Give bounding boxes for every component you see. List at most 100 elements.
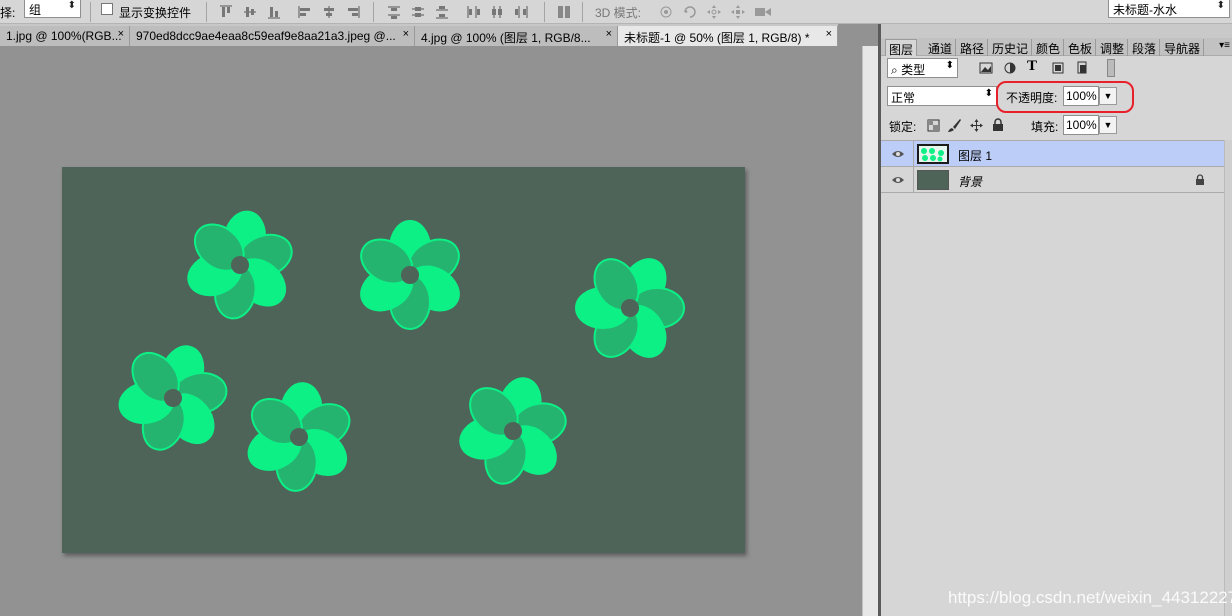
vertical-scrollbar[interactable] (862, 46, 878, 616)
panel-scrollbar[interactable] (1224, 140, 1232, 616)
tab-paths[interactable]: 路径 (957, 39, 989, 56)
3d-slide-icon[interactable] (730, 4, 746, 20)
flower (575, 258, 685, 358)
lock-all-icon[interactable] (992, 118, 1004, 135)
doc-tab-active[interactable]: 未标题-1 @ 50% (图层 1, RGB/8) * × (618, 26, 838, 46)
layers-list: 图层 1 背景 (881, 140, 1224, 200)
close-icon[interactable]: × (403, 28, 409, 40)
align-top-icon[interactable] (218, 4, 234, 20)
distribute-bottom-icon[interactable] (434, 4, 450, 20)
doc-tab-label: 4.jpg @ 100% (图层 1, RGB/8... (421, 31, 591, 45)
tab-history[interactable]: 历史记 (989, 39, 1033, 56)
fill-label: 填充: (1031, 120, 1059, 134)
document-canvas[interactable] (62, 167, 745, 553)
layer-name: 背景 (958, 175, 983, 189)
tab-color[interactable]: 颜色 (1033, 39, 1065, 56)
close-icon[interactable]: × (826, 28, 832, 40)
filter-shape-icon[interactable] (1051, 61, 1065, 78)
auto-select-value: 组 (29, 3, 42, 17)
3d-scale-icon[interactable] (754, 4, 771, 20)
tab-adjustments[interactable]: 调整 (1097, 39, 1129, 56)
layer-thumbnail[interactable] (917, 144, 949, 164)
lock-icon (1195, 174, 1205, 189)
distribute-vcenter-icon[interactable] (410, 4, 426, 20)
doc-tab-2[interactable]: 970ed8dcc9ae4eaa8c59eaf9e8aa21a3.jpeg @.… (130, 26, 415, 46)
tab-navigator[interactable]: 导航器 (1161, 39, 1205, 56)
filter-adjustment-icon[interactable] (1003, 61, 1017, 78)
distribute-top-icon[interactable] (386, 4, 402, 20)
distribute-left-icon[interactable] (465, 4, 481, 20)
eye-icon[interactable] (891, 148, 905, 160)
close-icon[interactable]: × (118, 28, 124, 40)
workspace-value: 未标题-水水 (1113, 3, 1177, 17)
lock-brush-icon[interactable] (947, 118, 962, 136)
doc-tab-1[interactable]: 1.jpg @ 100%(RGB... × (0, 26, 130, 46)
dropdown-arrow-icon: ⬍ (945, 60, 954, 71)
align-right-icon[interactable] (345, 4, 361, 20)
layer-thumbnail[interactable] (917, 170, 949, 190)
filter-type-icon[interactable]: T (1027, 58, 1037, 75)
flower-center (401, 266, 419, 284)
distribute-right-icon[interactable] (513, 4, 529, 20)
distribute-hcenter-icon[interactable] (489, 4, 505, 20)
fill-input[interactable]: 100% (1063, 115, 1099, 135)
flower (360, 220, 460, 330)
tab-channels[interactable]: 通道 (925, 39, 957, 56)
layer-row-background[interactable]: 背景 (881, 167, 1224, 193)
doc-tab-label: 未标题-1 @ 50% (图层 1, RGB/8) * (624, 31, 810, 45)
layer-filter-dropdown[interactable]: ⌕ 类型 ⬍ (887, 58, 958, 78)
toolbar-separator (90, 2, 91, 22)
toolbar-separator (544, 2, 545, 22)
tab-layers[interactable]: 图层 (885, 39, 918, 57)
lock-position-icon[interactable] (969, 118, 984, 136)
layers-empty-area (881, 200, 1224, 616)
doc-tab-3[interactable]: 4.jpg @ 100% (图层 1, RGB/8... × (415, 26, 618, 46)
flower (187, 210, 293, 320)
flower (118, 345, 228, 451)
align-bottom-icon[interactable] (266, 4, 282, 20)
align-hcenter-icon[interactable] (321, 4, 337, 20)
tab-swatches[interactable]: 色板 (1065, 39, 1097, 56)
show-transform-label: 显示变换控件 (119, 6, 192, 20)
fill-slider-button[interactable]: ▼ (1099, 116, 1117, 134)
toolbar-separator (373, 2, 374, 22)
divider (913, 167, 914, 193)
filter-toggle-switch[interactable] (1107, 59, 1115, 77)
filter-pixel-icon[interactable] (979, 61, 993, 78)
layer-row-layer1[interactable]: 图层 1 (881, 141, 1224, 167)
mode-3d-label: 3D 模式: (595, 6, 642, 20)
panel-menu-icon[interactable]: ▾≡ (1219, 40, 1230, 51)
lock-label: 锁定: (889, 120, 917, 134)
workspace-dropdown[interactable]: 未标题-水水 ⬍ (1108, 0, 1230, 18)
blend-mode-dropdown[interactable]: 正常 ⬍ (887, 86, 997, 106)
auto-select-dropdown[interactable]: 组 ⬍ (24, 0, 81, 18)
close-icon[interactable]: × (606, 28, 612, 40)
document-tabs: 1.jpg @ 100%(RGB... × 970ed8dcc9ae4eaa8c… (0, 24, 838, 46)
annotation-highlight-circle (996, 81, 1134, 113)
tab-paragraph[interactable]: 段落 (1129, 39, 1161, 56)
filter-smart-object-icon[interactable] (1075, 61, 1089, 78)
dropdown-arrow-icon: ⬍ (67, 0, 76, 11)
doc-tab-label: 1.jpg @ 100%(RGB... (6, 29, 122, 43)
search-icon: ⌕ (891, 63, 902, 77)
auto-align-icon[interactable] (556, 4, 572, 20)
blend-mode-value: 正常 (891, 91, 916, 105)
panel-tabs: 图层 通道 路径 历史记 颜色 色板 调整 段落 导航器 ▾≡ (881, 38, 1232, 57)
flower (459, 377, 567, 485)
eye-icon[interactable] (891, 174, 905, 186)
auto-select-label: 择: (0, 6, 16, 20)
3d-pan-icon[interactable] (706, 4, 722, 20)
panel-collapse-bar[interactable] (881, 24, 1232, 38)
align-vcenter-icon[interactable] (242, 4, 258, 20)
toolbar-separator (206, 2, 207, 22)
show-transform-checkbox[interactable] (101, 3, 113, 15)
lock-transparent-icon[interactable] (927, 119, 940, 135)
canvas-area[interactable] (0, 46, 862, 616)
3d-roll-icon[interactable] (682, 4, 698, 20)
layer-filter-value: 类型 (901, 63, 926, 77)
3d-rotate-icon[interactable] (658, 4, 674, 20)
flower (247, 382, 351, 492)
divider (913, 141, 914, 167)
align-left-icon[interactable] (297, 4, 313, 20)
doc-tab-label: 970ed8dcc9ae4eaa8c59eaf9e8aa21a3.jpeg @.… (136, 29, 396, 43)
